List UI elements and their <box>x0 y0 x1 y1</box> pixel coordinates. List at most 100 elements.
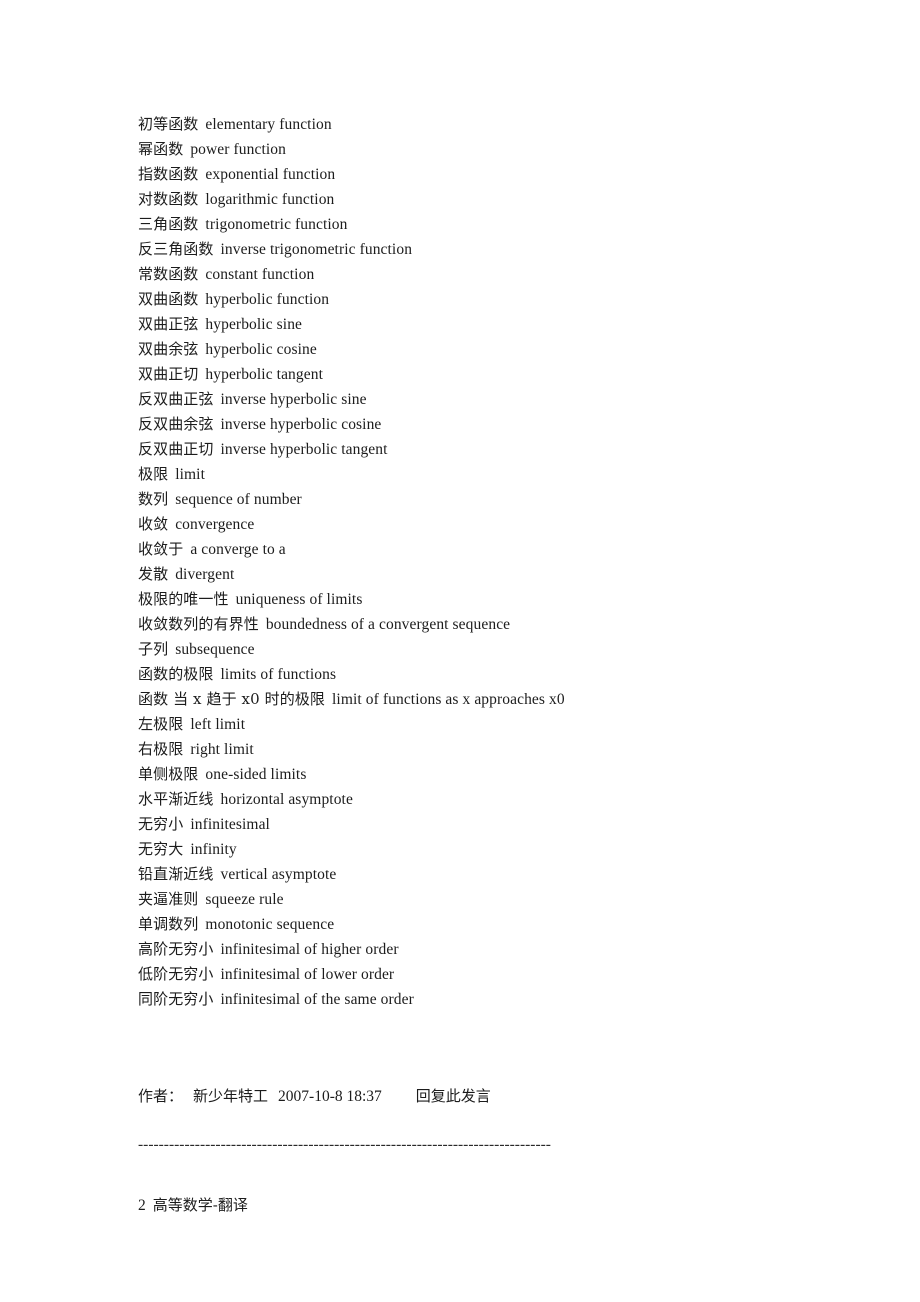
glossary-term-cn: 幂函数 <box>138 140 184 158</box>
glossary-term-en: sequence of number <box>175 491 302 508</box>
glossary-term-cn: 函数 当 x 趋于 x0 时的极限 <box>138 690 326 708</box>
glossary-term-cn: 同阶无穷小 <box>138 990 214 1008</box>
glossary-term-en: horizontal asymptote <box>220 791 353 808</box>
glossary-term-cn: 指数函数 <box>138 165 199 183</box>
glossary-term-cn: 子列 <box>138 640 169 658</box>
glossary-term-en: convergence <box>175 516 255 533</box>
glossary-term-cn: 收敛于 <box>138 540 184 558</box>
glossary-term-cn: 水平渐近线 <box>138 790 214 808</box>
glossary-entry: 收敛于 a converge to a <box>138 537 878 562</box>
separator-bottom-gap <box>138 1155 878 1193</box>
reply-link[interactable]: 回复此发言 <box>416 1087 491 1105</box>
glossary-term-en: hyperbolic function <box>205 291 330 308</box>
glossary-entry: 收敛 convergence <box>138 512 878 537</box>
glossary-term-cn: 数列 <box>138 490 169 508</box>
glossary-term-en: infinitesimal of the same order <box>220 991 414 1008</box>
glossary-term-cn: 反双曲余弦 <box>138 415 214 433</box>
glossary-term-cn: 发散 <box>138 565 169 583</box>
glossary-term-cn: 无穷大 <box>138 840 184 858</box>
glossary-term-en: a converge to a <box>190 541 286 558</box>
author-name[interactable]: 新少年特工 <box>193 1087 268 1105</box>
glossary-term-cn: 单侧极限 <box>138 765 199 783</box>
glossary-term-cn: 常数函数 <box>138 265 199 283</box>
glossary-entry: 常数函数 constant function <box>138 262 878 287</box>
glossary-entry: 反双曲余弦 inverse hyperbolic cosine <box>138 412 878 437</box>
next-post-title-text[interactable]: 高等数学-翻译 <box>153 1196 248 1214</box>
glossary-term-cn: 双曲余弦 <box>138 340 199 358</box>
glossary-term-cn: 反双曲正弦 <box>138 390 214 408</box>
glossary-term-en: divergent <box>175 566 235 583</box>
glossary-term-en: inverse hyperbolic cosine <box>220 416 382 433</box>
glossary-term-en: one-sided limits <box>205 766 307 783</box>
glossary-term-en: inverse hyperbolic sine <box>220 391 367 408</box>
glossary-term-cn: 左极限 <box>138 715 184 733</box>
next-post-title: 2 高等数学-翻译 <box>138 1193 878 1218</box>
glossary-entry: 极限 limit <box>138 462 878 487</box>
glossary-entry: 子列 subsequence <box>138 637 878 662</box>
glossary-entry: 幂函数 power function <box>138 137 878 162</box>
glossary-term-cn: 极限的唯一性 <box>138 590 229 608</box>
glossary-term-en: infinitesimal <box>190 816 270 833</box>
glossary-term-en: limit <box>175 466 205 483</box>
glossary-term-en: elementary function <box>205 116 332 133</box>
glossary-entry: 水平渐近线 horizontal asymptote <box>138 787 878 812</box>
glossary-entry: 高阶无穷小 infinitesimal of higher order <box>138 937 878 962</box>
post-meta: 作者： 新少年特工 2007-10-8 18:37 回复此发言 <box>138 1084 878 1109</box>
glossary-term-en: inverse hyperbolic tangent <box>220 441 388 458</box>
glossary-term-cn: 函数的极限 <box>138 665 214 683</box>
glossary-term-en: uniqueness of limits <box>235 591 363 608</box>
glossary-entry: 反三角函数 inverse trigonometric function <box>138 237 878 262</box>
glossary-entry: 发散 divergent <box>138 562 878 587</box>
glossary-term-cn: 收敛数列的有界性 <box>138 615 259 633</box>
glossary-term-cn: 对数函数 <box>138 190 199 208</box>
glossary-entry: 无穷小 infinitesimal <box>138 812 878 837</box>
glossary-term-cn: 双曲正弦 <box>138 315 199 333</box>
glossary-term-en: vertical asymptote <box>220 866 337 883</box>
glossary-entry: 反双曲正弦 inverse hyperbolic sine <box>138 387 878 412</box>
glossary-entry: 无穷大 infinity <box>138 837 878 862</box>
glossary-term-cn: 低阶无穷小 <box>138 965 214 983</box>
glossary-term-en: logarithmic function <box>205 191 335 208</box>
glossary-term-cn: 初等函数 <box>138 115 199 133</box>
glossary-term-en: power function <box>190 141 286 158</box>
separator-top-gap <box>138 1109 878 1135</box>
glossary-term-en: limit of functions as x approaches x0 <box>332 691 565 708</box>
glossary-term-cn: 收敛 <box>138 515 169 533</box>
glossary-term-cn: 三角函数 <box>138 215 199 233</box>
glossary-entry: 低阶无穷小 infinitesimal of lower order <box>138 962 878 987</box>
glossary-term-cn: 双曲正切 <box>138 365 199 383</box>
glossary-term-cn: 反双曲正切 <box>138 440 214 458</box>
glossary-term-en: constant function <box>205 266 315 283</box>
glossary-entry: 双曲余弦 hyperbolic cosine <box>138 337 878 362</box>
glossary-term-cn: 双曲函数 <box>138 290 199 308</box>
author-label: 作者： <box>138 1087 184 1105</box>
glossary-entry: 同阶无穷小 infinitesimal of the same order <box>138 987 878 1012</box>
glossary-term-en: limits of functions <box>220 666 337 683</box>
glossary-term-en: infinitesimal of higher order <box>220 941 399 958</box>
post-separator: ----------------------------------------… <box>138 1136 551 1153</box>
next-post-number: 2 <box>138 1197 146 1214</box>
glossary-term-en: right limit <box>190 741 254 758</box>
page-content: 初等函数 elementary function 幂函数 power function… <box>138 112 878 1218</box>
glossary-term-cn: 铅直渐近线 <box>138 865 214 883</box>
post-timestamp: 2007-10-8 18:37 <box>278 1088 382 1105</box>
glossary-term-en: infinity <box>190 841 237 858</box>
glossary-term-cn: 单调数列 <box>138 915 199 933</box>
glossary-term-cn: 高阶无穷小 <box>138 940 214 958</box>
glossary-term-en: hyperbolic tangent <box>205 366 323 383</box>
glossary-term-en: boundedness of a convergent sequence <box>265 616 511 633</box>
glossary-entry: 反双曲正切 inverse hyperbolic tangent <box>138 437 878 462</box>
glossary-entry: 函数的极限 limits of functions <box>138 662 878 687</box>
glossary-entry: 夹逼准则 squeeze rule <box>138 887 878 912</box>
glossary-entry: 单调数列 monotonic sequence <box>138 912 878 937</box>
glossary-entry: 铅直渐近线 vertical asymptote <box>138 862 878 887</box>
glossary-entry: 双曲正切 hyperbolic tangent <box>138 362 878 387</box>
glossary-entry: 右极限 right limit <box>138 737 878 762</box>
document-page: 初等函数 elementary function 幂函数 power function… <box>0 0 920 1302</box>
glossary-entry: 双曲函数 hyperbolic function <box>138 287 878 312</box>
glossary-term-en: infinitesimal of lower order <box>220 966 395 983</box>
glossary-entry: 极限的唯一性 uniqueness of limits <box>138 587 878 612</box>
glossary-entry: 左极限 left limit <box>138 712 878 737</box>
glossary-term-en: trigonometric function <box>205 216 348 233</box>
